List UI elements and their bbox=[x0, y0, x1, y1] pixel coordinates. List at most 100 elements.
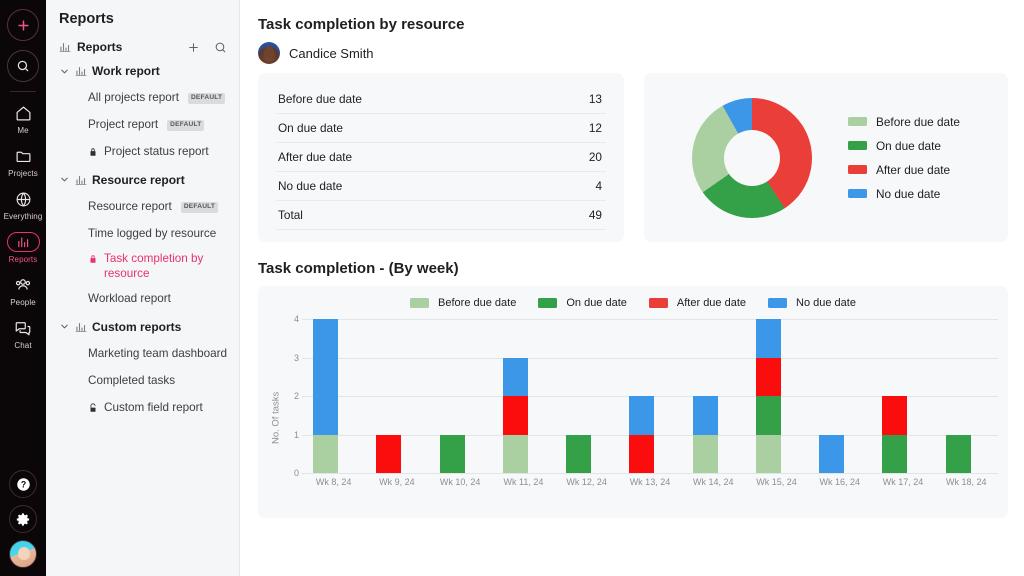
rail-label-projects: Projects bbox=[8, 169, 38, 178]
bar-stack[interactable] bbox=[882, 396, 908, 473]
x-tick-label: Wk 12, 24 bbox=[566, 477, 607, 487]
bar-segment[interactable] bbox=[313, 434, 338, 473]
bar-column[interactable] bbox=[365, 319, 428, 473]
y-axis-ticks: 0 1 2 3 4 bbox=[284, 314, 302, 478]
rail-item-me[interactable]: Me bbox=[0, 96, 46, 139]
donut-hole bbox=[724, 129, 780, 186]
y-tick: 1 bbox=[293, 429, 299, 440]
bar-stack[interactable] bbox=[502, 357, 528, 473]
bar-stack[interactable] bbox=[945, 434, 971, 473]
bar-column[interactable] bbox=[682, 319, 745, 473]
rail-label-reports: Reports bbox=[8, 255, 38, 264]
rail-item-chat[interactable]: Chat bbox=[0, 311, 46, 354]
bar-segment[interactable] bbox=[502, 357, 528, 396]
sidebar-item-marketing-team-dashboard[interactable]: Marketing team dashboard bbox=[46, 341, 239, 368]
legend-item[interactable]: After due date bbox=[848, 163, 960, 177]
sidebar-group-custom-reports[interactable]: Custom reports bbox=[46, 313, 239, 341]
bar-chart-card: Before due date On due date After due date… bbox=[258, 286, 1008, 518]
sidebar-root-reports[interactable]: Reports bbox=[46, 37, 239, 57]
legend-item[interactable]: On due date bbox=[538, 297, 627, 309]
bar-column[interactable] bbox=[871, 319, 934, 473]
rail-item-everything[interactable]: Everything bbox=[0, 182, 46, 225]
bar-column[interactable] bbox=[492, 319, 555, 473]
bar-stack[interactable] bbox=[376, 434, 402, 473]
bar-segment[interactable] bbox=[502, 396, 528, 435]
bar-segment[interactable] bbox=[629, 434, 655, 473]
x-axis-labels: Wk 8, 24 Wk 9, 24 Wk 10, 24 Wk 11, 24 Wk 12,… bbox=[302, 477, 998, 487]
bar-segment[interactable] bbox=[882, 396, 908, 435]
bar-column[interactable] bbox=[555, 319, 618, 473]
help-button[interactable]: ? bbox=[9, 470, 37, 498]
bar-column[interactable] bbox=[808, 319, 871, 473]
bar-stack[interactable] bbox=[755, 319, 781, 473]
sidebar-item-resource-report[interactable]: Resource report DEFAULT bbox=[46, 194, 239, 221]
bar-stack[interactable] bbox=[439, 434, 465, 473]
settings-button[interactable] bbox=[9, 505, 37, 533]
donut-chart-card: Before due date On due date After due date… bbox=[644, 73, 1008, 242]
bar-stack[interactable] bbox=[692, 396, 718, 473]
bar-stack[interactable] bbox=[313, 319, 338, 473]
sidebar-group-work-report[interactable]: Work report bbox=[46, 57, 239, 85]
sidebar-item-project-status-report[interactable]: Project status report bbox=[46, 139, 239, 166]
global-search-button[interactable] bbox=[7, 50, 39, 82]
sidebar-item-label: Completed tasks bbox=[88, 373, 176, 387]
bar-segment[interactable] bbox=[376, 434, 402, 473]
chat-icon bbox=[14, 318, 32, 338]
bar-segment[interactable] bbox=[755, 357, 781, 396]
bar-column[interactable] bbox=[429, 319, 492, 473]
rail-item-people[interactable]: People bbox=[0, 268, 46, 311]
bar-column[interactable] bbox=[302, 319, 365, 473]
bar-column[interactable] bbox=[745, 319, 808, 473]
bar-segment[interactable] bbox=[502, 434, 528, 473]
bar-segment[interactable] bbox=[692, 434, 718, 473]
sidebar-group-label: Work report bbox=[92, 64, 160, 78]
bar-segment[interactable] bbox=[629, 396, 655, 435]
table-row: No due date 4 bbox=[276, 171, 606, 201]
bar-column[interactable] bbox=[618, 319, 681, 473]
legend-item[interactable]: No due date bbox=[768, 297, 856, 309]
legend-item[interactable]: Before due date bbox=[848, 115, 960, 129]
legend-label: On due date bbox=[876, 138, 941, 153]
sidebar-item-workload-report[interactable]: Workload report bbox=[46, 286, 239, 313]
table-row-total: Total 49 bbox=[276, 200, 606, 230]
bar-segment[interactable] bbox=[313, 319, 338, 435]
rail-item-projects[interactable]: Projects bbox=[0, 139, 46, 182]
x-tick-label: Wk 16, 24 bbox=[819, 477, 861, 487]
user-avatar[interactable] bbox=[9, 540, 37, 568]
bar-segment[interactable] bbox=[755, 319, 781, 358]
legend-item[interactable]: No due date bbox=[848, 187, 960, 201]
bar-segment[interactable] bbox=[755, 396, 781, 435]
bar-segment[interactable] bbox=[692, 396, 718, 435]
sidebar-item-task-completion-by-resource[interactable]: Task completion by resource bbox=[46, 248, 239, 286]
bar-stack[interactable] bbox=[629, 396, 655, 473]
legend-item[interactable]: After due date bbox=[648, 297, 746, 309]
bar-segment[interactable] bbox=[439, 434, 465, 473]
add-new-button[interactable] bbox=[7, 9, 39, 41]
bar-stack[interactable] bbox=[566, 434, 592, 473]
sidebar-item-label: Custom field report bbox=[104, 400, 203, 414]
bar-segment[interactable] bbox=[882, 434, 908, 473]
bar-segment[interactable] bbox=[819, 434, 845, 473]
legend-item[interactable]: Before due date bbox=[410, 297, 516, 309]
bar-segment[interactable] bbox=[566, 434, 592, 473]
bar-column[interactable] bbox=[935, 319, 998, 473]
sidebar-item-all-projects-report[interactable]: All projects report DEFAULT bbox=[46, 85, 239, 112]
bar-chart-icon bbox=[75, 321, 87, 333]
bar-chart-icon bbox=[75, 174, 87, 186]
legend-swatch bbox=[848, 189, 867, 198]
bar-segment[interactable] bbox=[945, 434, 971, 473]
section-title: Task completion - (By week) bbox=[258, 260, 459, 277]
row-label: Total bbox=[276, 200, 549, 230]
bar-segment[interactable] bbox=[755, 434, 781, 473]
search-icon[interactable] bbox=[214, 41, 227, 54]
sidebar-item-time-logged-by-resource[interactable]: Time logged by resource bbox=[46, 221, 239, 248]
plus-icon[interactable] bbox=[187, 41, 200, 54]
sidebar-item-completed-tasks[interactable]: Completed tasks bbox=[46, 368, 239, 395]
legend-item[interactable]: On due date bbox=[848, 139, 960, 153]
sidebar-group-resource-report[interactable]: Resource report bbox=[46, 166, 239, 194]
sidebar-item-project-report[interactable]: Project report DEFAULT bbox=[46, 112, 239, 139]
table-row: After due date 20 bbox=[276, 142, 606, 172]
rail-item-reports[interactable]: Reports bbox=[0, 225, 46, 268]
sidebar-item-custom-field-report[interactable]: Custom field report bbox=[46, 395, 239, 422]
bar-stack[interactable] bbox=[819, 434, 845, 473]
